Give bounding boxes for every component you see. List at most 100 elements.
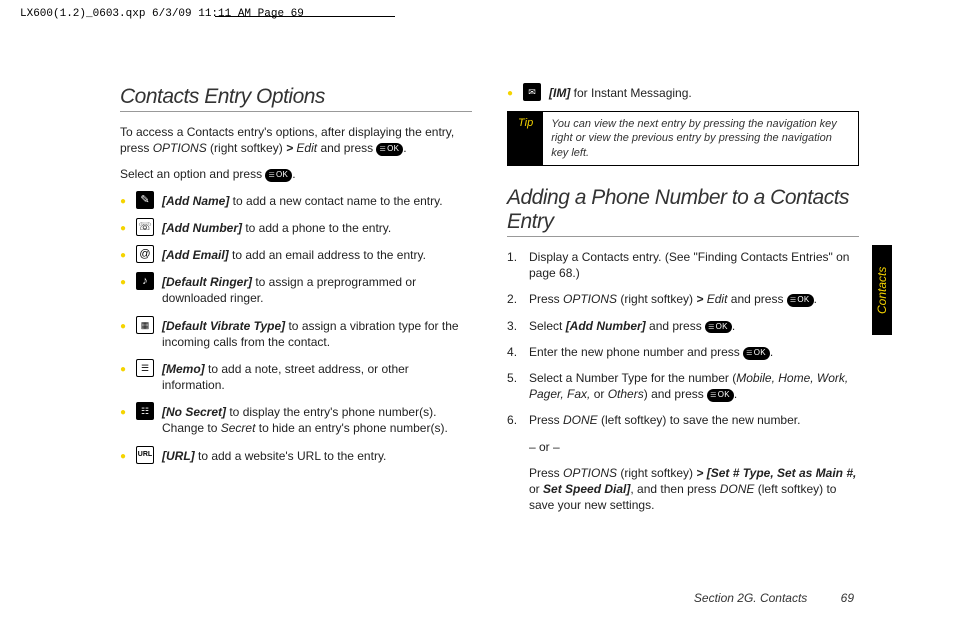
text: to add a phone to the entry. (242, 221, 391, 235)
text: (right softkey) (617, 292, 696, 306)
select-line: Select an option and press OK. (120, 166, 472, 182)
text: and press (727, 292, 786, 306)
edit-cmd: Edit (296, 141, 317, 155)
page-footer: Section 2G. Contacts 69 (694, 591, 854, 605)
heading-rule (120, 111, 472, 112)
print-header-line (215, 16, 395, 17)
text: to hide an entry's phone number(s). (255, 421, 447, 435)
step-5: Select a Number Type for the number (Mob… (507, 370, 859, 402)
gt: > (696, 292, 703, 306)
text: (left softkey) to save the new number. (598, 413, 801, 427)
text: (right softkey) (617, 466, 696, 480)
speed-dial-label: Set Speed Dial] (543, 482, 630, 496)
option-im: ✉ [IM] for Instant Messaging. (507, 85, 859, 101)
im-icon: ✉ (523, 83, 541, 101)
options-list: ✎ [Add Name] to add a new contact name t… (120, 193, 472, 464)
others: Others (608, 387, 644, 401)
side-tab-contacts: Contacts (872, 245, 892, 335)
option-add-number: ☏ [Add Number] to add a phone to the ent… (120, 220, 472, 236)
secret-word: Secret (221, 421, 256, 435)
label: [Memo] (162, 362, 205, 376)
tip-box: Tip You can view the next entry by press… (507, 111, 859, 166)
gt: > (286, 141, 293, 155)
ok-button-icon: OK (707, 389, 734, 402)
right-column: ✉ [IM] for Instant Messaging. Tip You ca… (507, 85, 859, 603)
add-email-icon: @ (136, 245, 154, 263)
heading-adding-phone-number: Adding a Phone Number to a Contacts Entr… (507, 186, 859, 234)
text: Press (529, 292, 563, 306)
intro-paragraph: To access a Contacts entry's options, af… (120, 124, 472, 156)
option-default-vibrate: ▦ [Default Vibrate Type] to assign a vib… (120, 318, 472, 350)
text: to add a website's URL to the entry. (195, 449, 387, 463)
text: , and then press (630, 482, 719, 496)
option-default-ringer: ♪ [Default Ringer] to assign a preprogra… (120, 274, 472, 306)
set-type-label: [Set # Type, Set as Main #, (707, 466, 857, 480)
option-no-secret: ☷ [No Secret] to display the entry's pho… (120, 404, 472, 436)
step-4: Enter the new phone number and press OK. (507, 344, 859, 360)
label: [IM] (549, 86, 570, 100)
option-url: URL [URL] to add a website's URL to the … (120, 448, 472, 464)
add-name-icon: ✎ (136, 191, 154, 209)
label: [No Secret] (162, 405, 226, 419)
options-softkey: OPTIONS (563, 292, 617, 306)
step-6: Press DONE (left softkey) to save the ne… (507, 412, 859, 428)
add-number-label: [Add Number] (566, 319, 646, 333)
ok-button-icon: OK (705, 321, 732, 334)
ok-button-icon: OK (265, 169, 292, 182)
add-number-icon: ☏ (136, 218, 154, 236)
footer-page-number: 69 (841, 591, 854, 605)
options-softkey: OPTIONS (563, 466, 617, 480)
tip-text: You can view the next entry by pressing … (543, 112, 858, 165)
option-add-email: @ [Add Email] to add an email address to… (120, 247, 472, 263)
text: Press (529, 466, 563, 480)
text: or (590, 387, 607, 401)
done-softkey: DONE (563, 413, 598, 427)
label: [Add Email] (162, 248, 229, 262)
text: to add a new contact name to the entry. (229, 194, 442, 208)
text: Select (529, 319, 566, 333)
page-content: Contacts Entry Options To access a Conta… (120, 85, 859, 603)
heading-rule (507, 236, 859, 237)
print-header: LX600(1.2)_0603.qxp 6/3/09 11:11 AM Page… (20, 8, 304, 20)
option-memo: ☰ [Memo] to add a note, street address, … (120, 361, 472, 393)
text: and press (646, 319, 705, 333)
step-3: Select [Add Number] and press OK. (507, 318, 859, 334)
step-2: Press OPTIONS (right softkey) > Edit and… (507, 291, 859, 307)
label: [URL] (162, 449, 195, 463)
heading-contacts-entry-options: Contacts Entry Options (120, 85, 472, 109)
ok-button-icon: OK (787, 294, 814, 307)
label: [Add Number] (162, 221, 242, 235)
secret-icon: ☷ (136, 402, 154, 420)
label: [Add Name] (162, 194, 229, 208)
text: or (529, 482, 543, 496)
ok-button-icon: OK (743, 347, 770, 360)
gt: > (696, 466, 703, 480)
alternative-step: Press OPTIONS (right softkey) > [Set # T… (507, 465, 859, 514)
ok-button-icon: OK (376, 143, 403, 156)
vibrate-icon: ▦ (136, 316, 154, 334)
done-softkey: DONE (720, 482, 755, 496)
left-column: Contacts Entry Options To access a Conta… (120, 85, 472, 603)
footer-section: Section 2G. Contacts (694, 591, 807, 605)
label: [Default Vibrate Type] (162, 319, 285, 333)
label: [Default Ringer] (162, 275, 252, 289)
step-1: Display a Contacts entry. (See "Finding … (507, 249, 859, 281)
or-separator: – or – (507, 439, 859, 455)
text: ) and press (644, 387, 707, 401)
text: and press (317, 141, 376, 155)
text: Enter the new phone number and press (529, 345, 743, 359)
option-add-name: ✎ [Add Name] to add a new contact name t… (120, 193, 472, 209)
memo-icon: ☰ (136, 359, 154, 377)
text: Select an option and press (120, 167, 265, 181)
options-softkey: OPTIONS (153, 141, 207, 155)
text: Select a Number Type for the number ( (529, 371, 736, 385)
ringer-icon: ♪ (136, 272, 154, 290)
text: Press (529, 413, 563, 427)
steps-list: Display a Contacts entry. (See "Finding … (507, 249, 859, 429)
text: to add an email address to the entry. (229, 248, 426, 262)
text: for Instant Messaging. (570, 86, 691, 100)
tip-label: Tip (508, 112, 543, 165)
url-icon: URL (136, 446, 154, 464)
print-header-text: LX600(1.2)_0603.qxp 6/3/09 11:11 AM Page… (20, 8, 304, 20)
text: (right softkey) (207, 141, 286, 155)
